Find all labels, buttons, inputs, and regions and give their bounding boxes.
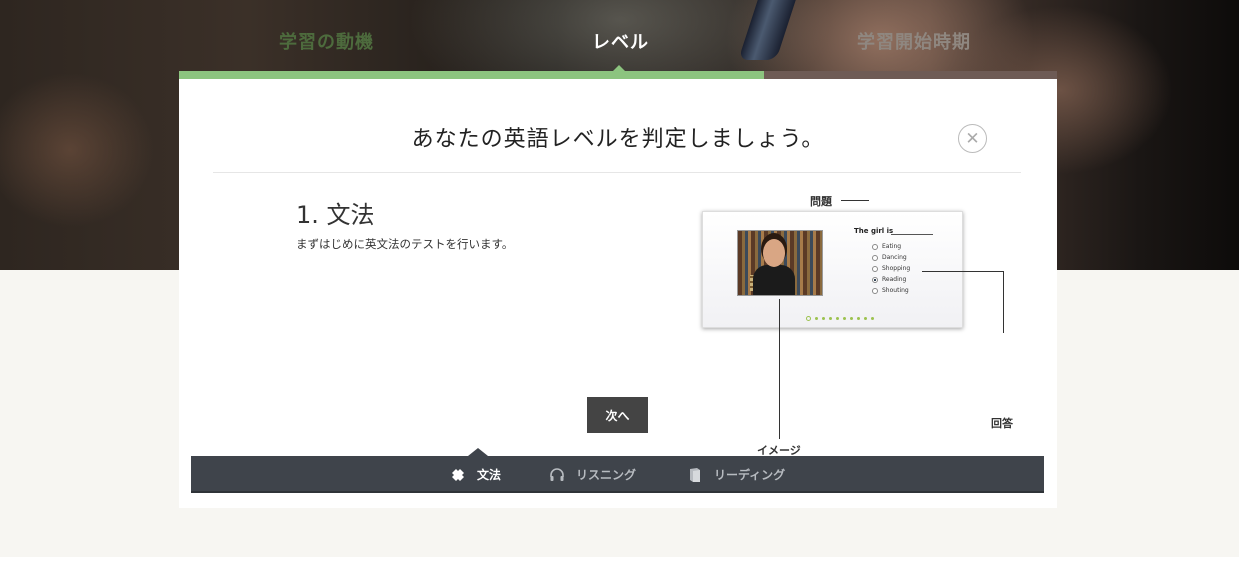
- modal-title: あなたの英語レベルを判定しましょう。: [411, 127, 825, 152]
- option-label: Shouting: [882, 287, 909, 294]
- headphones-icon: [548, 466, 566, 484]
- sample-option: Eating: [872, 243, 901, 250]
- option-label: Reading: [882, 276, 907, 283]
- leader-line-question: [841, 200, 869, 201]
- radio-icon: [872, 287, 878, 294]
- progress-dot: [843, 317, 846, 320]
- step-progress-fill: [179, 71, 764, 79]
- section-title: 1. 文法: [296, 201, 375, 229]
- progress-dot: [857, 317, 860, 320]
- divider: [213, 172, 1021, 173]
- step-progress-caret: [613, 65, 625, 71]
- option-label: Shopping: [882, 265, 911, 272]
- photo-face: [763, 239, 785, 267]
- progress-dot: [850, 317, 853, 320]
- progress-dot: [822, 317, 825, 320]
- leader-line-answer-vertical: [1003, 271, 1004, 333]
- leader-line-image: [779, 299, 780, 439]
- radio-selected-icon: [872, 276, 878, 283]
- progress-dot: [815, 317, 818, 320]
- label-answer: 回答: [991, 417, 1013, 430]
- close-icon: ✕: [965, 128, 980, 149]
- sample-photo: [737, 230, 823, 296]
- radio-icon: [872, 254, 878, 261]
- tab-label: 文法: [477, 468, 502, 482]
- radio-icon: [872, 243, 878, 250]
- sample-option: Shopping: [872, 265, 910, 272]
- option-label: Eating: [882, 243, 902, 250]
- close-button[interactable]: ✕: [958, 124, 987, 153]
- tab-listening[interactable]: リスニング: [548, 456, 636, 493]
- step-start-time[interactable]: 学習開始時期: [857, 28, 971, 54]
- progress-dot: [806, 316, 811, 321]
- puzzle-icon: [449, 466, 467, 484]
- active-tab-caret: [468, 448, 488, 456]
- tab-label: リスニング: [576, 468, 637, 482]
- photo-body: [753, 265, 795, 295]
- test-section-tabbar: 文法 リスニング リーディング: [191, 448, 1044, 493]
- leader-line-answer-horizontal: [922, 271, 1004, 272]
- step-level[interactable]: レベル: [592, 28, 649, 54]
- next-button[interactable]: 次へ: [587, 397, 648, 433]
- step-progress-bar: [179, 65, 1057, 79]
- step-motivation[interactable]: 学習の動機: [279, 28, 374, 54]
- section-description: まずはじめに英文法のテストを行います。: [296, 237, 514, 251]
- sample-question-blank: [891, 234, 933, 235]
- label-question: 問題: [810, 195, 832, 208]
- progress-dot: [829, 317, 832, 320]
- tab-reading[interactable]: リーディング: [686, 456, 785, 493]
- sample-question-text: The girl is: [854, 227, 894, 235]
- book-icon: [686, 466, 704, 484]
- progress-dot: [864, 317, 867, 320]
- progress-dot: [871, 317, 874, 320]
- progress-dot: [836, 317, 839, 320]
- level-test-modal: あなたの英語レベルを判定しましょう。 ✕ 1. 文法 まずはじめに英文法のテスト…: [179, 79, 1057, 508]
- radio-icon: [872, 265, 878, 272]
- option-label: Dancing: [882, 254, 907, 261]
- sample-option-selected: Reading: [872, 276, 906, 283]
- sample-option: Dancing: [872, 254, 907, 261]
- sample-question-card: The girl is Eating Dancing Shopping Read…: [702, 211, 963, 328]
- sample-question-illustration: 問題 The girl is Eating Dancing Shopping R…: [699, 189, 1029, 469]
- tab-grammar[interactable]: 文法: [449, 456, 501, 493]
- footer-band: [0, 557, 1239, 574]
- sample-progress-dots: [806, 316, 874, 321]
- sample-option: Shouting: [872, 287, 909, 294]
- tab-label: リーディング: [714, 468, 786, 482]
- step-indicator: 学習の動機 レベル 学習開始時期: [179, 0, 1057, 79]
